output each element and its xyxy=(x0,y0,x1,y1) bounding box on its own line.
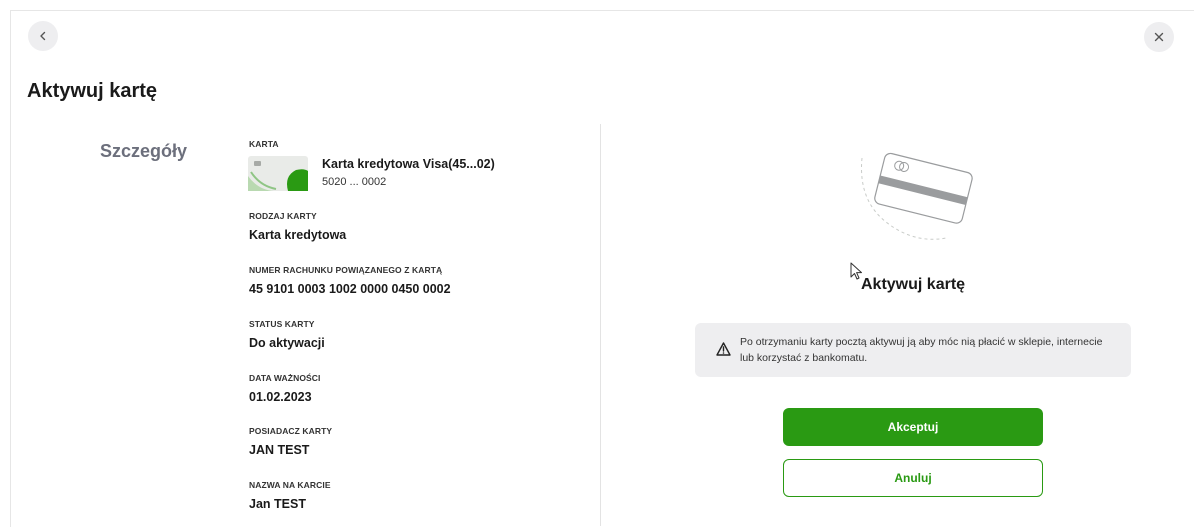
card-thumbnail-icon xyxy=(248,156,308,191)
cancel-button[interactable]: Anuluj xyxy=(783,459,1043,497)
warning-icon xyxy=(716,342,731,356)
info-text: Po otrzymaniu karty pocztą aktywuj ją ab… xyxy=(740,336,1103,364)
card-label: KARTA xyxy=(249,139,279,149)
activation-panel xyxy=(10,10,1194,527)
field-label-name-on-card: NAZWA NA KARCIE xyxy=(249,480,331,490)
field-value-card-status: Do aktywacji xyxy=(249,336,325,350)
field-value-account-number: 45 9101 0003 1002 0000 0450 0002 xyxy=(249,282,451,296)
info-box: Po otrzymaniu karty pocztą aktywuj ją ab… xyxy=(695,323,1131,377)
back-button[interactable] xyxy=(28,21,58,51)
field-label-account-number: NUMER RACHUNKU POWIĄZANEGO Z KARTĄ xyxy=(249,265,443,275)
field-label-card-status: STATUS KARTY xyxy=(249,319,315,329)
vertical-divider xyxy=(600,124,601,526)
field-value-expiry-date: 01.02.2023 xyxy=(249,390,312,404)
accept-button[interactable]: Akceptuj xyxy=(783,408,1043,446)
activation-title: Aktywuj kartę xyxy=(861,276,966,293)
field-label-card-holder: POSIADACZ KARTY xyxy=(249,426,333,436)
card-activation-illustration xyxy=(861,152,973,240)
field-label-expiry-date: DATA WAŻNOŚCI xyxy=(249,373,321,383)
page-title: Aktywuj kartę xyxy=(27,80,158,102)
field-value-card-holder: JAN TEST xyxy=(249,443,310,457)
card-name: Karta kredytowa Visa(45...02) xyxy=(322,157,495,171)
field-value-name-on-card: Jan TEST xyxy=(249,497,306,511)
close-button[interactable] xyxy=(1144,22,1174,52)
close-icon xyxy=(1154,32,1164,42)
field-value-card-type: Karta kredytowa xyxy=(249,228,347,242)
card-number: 5020 ... 0002 xyxy=(322,176,387,188)
chevron-left-icon xyxy=(40,31,46,41)
field-label-card-type: RODZAJ KARTY xyxy=(249,211,317,221)
section-label-details: Szczegóły xyxy=(100,141,188,161)
